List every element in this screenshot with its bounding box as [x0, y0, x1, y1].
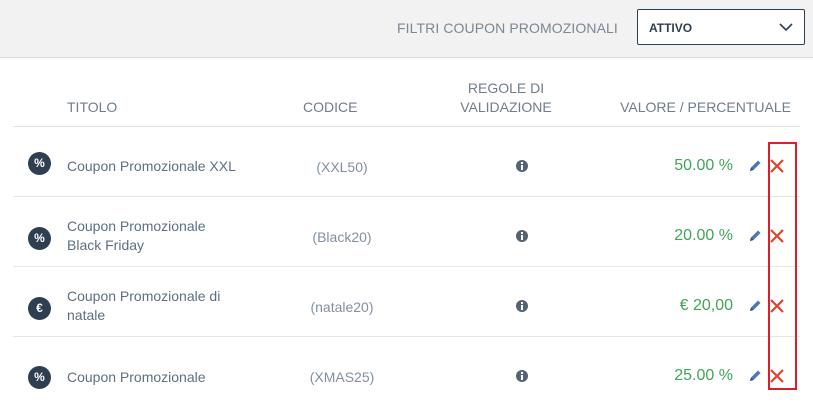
info-icon[interactable] — [516, 160, 528, 172]
coupon-title: Coupon Promozionale Black Friday — [67, 218, 206, 253]
percent-badge-icon: % — [28, 152, 51, 175]
coupon-value: 25.00 % — [674, 367, 733, 384]
pencil-icon[interactable] — [747, 368, 763, 384]
header-regole: REGOLE DI VALIDAZIONE — [460, 80, 552, 115]
coupon-code: (XMAS25) — [309, 369, 375, 385]
coupon-code: (natale20) — [310, 299, 374, 315]
percent-badge-icon: % — [28, 227, 51, 250]
table-row: % Coupon Promozionale XXL (XXL50) 50.00 … — [13, 127, 800, 197]
coupon-code: (XXL50) — [316, 159, 368, 175]
coupon-title: Coupon Promozionale di natale — [67, 288, 221, 323]
header-codice: CODICE — [303, 99, 358, 115]
pencil-icon[interactable] — [747, 158, 763, 174]
pencil-icon[interactable] — [747, 228, 763, 244]
coupon-title: Coupon Promozionale XXL — [67, 158, 236, 174]
coupon-value: € 20,00 — [679, 297, 733, 314]
info-icon[interactable] — [516, 300, 528, 312]
delete-column-highlight — [768, 142, 797, 390]
chevron-down-icon — [779, 23, 793, 32]
header-titolo: TITOLO — [67, 99, 118, 115]
header-valore: VALORE / PERCENTUALE — [620, 99, 791, 115]
coupon-value: 50.00 % — [674, 157, 733, 174]
status-filter-select[interactable]: ATTIVO — [637, 9, 805, 45]
info-icon[interactable] — [516, 230, 528, 242]
euro-badge-icon: € — [28, 297, 51, 320]
info-icon[interactable] — [516, 370, 528, 382]
table-row: % Coupon Promozionale (XMAS25) 25.00 % — [13, 337, 800, 403]
percent-badge-icon: % — [28, 366, 51, 389]
table-row: % Coupon Promozionale Black Friday (Blac… — [13, 197, 800, 267]
filter-bar: FILTRI COUPON PROMOZIONALI ATTIVO — [0, 0, 813, 58]
coupon-code: (Black20) — [312, 229, 372, 245]
coupon-value: 20.00 % — [674, 227, 733, 244]
table-header: TITOLO CODICE REGOLE DI VALIDAZIONE VALO… — [0, 58, 813, 127]
coupon-title: Coupon Promozionale — [67, 369, 206, 385]
table-row: € Coupon Promozionale di natale (natale2… — [13, 267, 800, 337]
status-filter-value: ATTIVO — [649, 21, 693, 35]
pencil-icon[interactable] — [747, 298, 763, 314]
filter-label: FILTRI COUPON PROMOZIONALI — [397, 20, 618, 36]
